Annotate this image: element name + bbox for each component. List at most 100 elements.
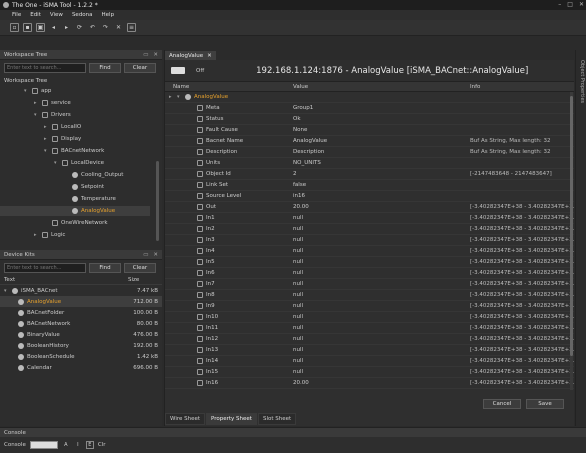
- kit-row[interactable]: BACnetFolder 100.00 B: [0, 307, 162, 318]
- expand-arrow-icon[interactable]: ▸: [169, 94, 174, 100]
- maximize-button[interactable]: □: [567, 1, 573, 8]
- refresh-icon[interactable]: ⟳: [75, 23, 84, 32]
- tree-node[interactable]: ▸ LocalIO: [44, 122, 81, 132]
- kit-row[interactable]: AnalogValue 712.00 B: [0, 296, 162, 307]
- kit-row[interactable]: BACnetNetwork 80.00 B: [0, 318, 162, 329]
- property-value[interactable]: 2: [285, 171, 462, 177]
- property-value[interactable]: Ok: [285, 116, 462, 122]
- property-value[interactable]: 20.00: [285, 380, 462, 386]
- console-e-button[interactable]: E: [85, 441, 94, 449]
- property-row[interactable]: In13 null [-3.40282347E+38 - 3.40282347E+3…: [165, 345, 574, 356]
- menu-file[interactable]: File: [12, 12, 21, 18]
- tab-close-icon[interactable]: ✕: [207, 53, 212, 59]
- property-row[interactable]: In4 null [-3.40282347E+38 - 3.40282347E+3.…: [165, 246, 574, 257]
- collapse-arrow-icon[interactable]: ▾: [34, 112, 39, 118]
- property-value[interactable]: in16: [285, 193, 462, 199]
- kits-col-size[interactable]: Size: [128, 277, 158, 283]
- property-row[interactable]: In6 null [-3.40282347E+38 - 3.40282347E+3.…: [165, 268, 574, 279]
- property-value[interactable]: null: [285, 369, 462, 375]
- property-value[interactable]: null: [285, 259, 462, 265]
- tab-wire-sheet[interactable]: Wire Sheet: [165, 413, 206, 425]
- redo-icon[interactable]: ↷: [101, 23, 110, 32]
- property-row[interactable]: In9 null [-3.40282347E+38 - 3.40282347E+3.…: [165, 301, 574, 312]
- property-row[interactable]: In3 null [-3.40282347E+38 - 3.40282347E+3.…: [165, 235, 574, 246]
- kits-search-input[interactable]: Enter text to search...: [4, 263, 86, 273]
- tree-node[interactable]: Cooling_Output: [64, 170, 123, 180]
- property-row[interactable]: In14 null [-3.40282347E+38 - 3.40282347E+3…: [165, 356, 574, 367]
- workspace-scrollbar[interactable]: [156, 161, 159, 241]
- tab-slot-sheet[interactable]: Slot Sheet: [257, 413, 297, 425]
- expand-arrow-icon[interactable]: ▸: [44, 124, 49, 130]
- tree-node[interactable]: AnalogValue: [0, 206, 150, 216]
- property-value[interactable]: NO_UNITS: [285, 160, 462, 166]
- save-all-icon[interactable]: ▣: [36, 23, 45, 32]
- property-row[interactable]: In1 null [-3.40282347E+38 - 3.40282347E+3.…: [165, 213, 574, 224]
- expand-arrow-icon[interactable]: ▸: [34, 232, 39, 238]
- collapse-arrow-icon[interactable]: ▾: [54, 160, 59, 166]
- object-properties-strip[interactable]: Object Properties: [575, 50, 586, 426]
- tree-node[interactable]: ▸ service: [34, 98, 71, 108]
- col-name[interactable]: Name: [165, 84, 285, 90]
- console-i-button[interactable]: I: [74, 441, 82, 449]
- collapse-arrow-icon[interactable]: ▾: [177, 94, 182, 100]
- console-input[interactable]: [29, 441, 58, 449]
- tree-node[interactable]: ▾ LocalDevice: [54, 158, 104, 168]
- kit-row[interactable]: ▾ iSMA_BACnet 7.47 kB: [0, 285, 162, 296]
- tree-node[interactable]: 192.168.1.129:1876: [18, 242, 91, 244]
- kits-close-icon[interactable]: ✕: [153, 252, 158, 258]
- property-row[interactable]: Source Level in16: [165, 191, 574, 202]
- property-row[interactable]: In5 null [-3.40282347E+38 - 3.40282347E+3.…: [165, 257, 574, 268]
- col-value[interactable]: Value: [285, 84, 462, 90]
- col-info[interactable]: Info: [462, 84, 574, 90]
- property-row[interactable]: Link Set false: [165, 180, 574, 191]
- tab-property-sheet[interactable]: Property Sheet: [206, 413, 257, 425]
- property-value[interactable]: null: [285, 248, 462, 254]
- property-row[interactable]: In12 null [-3.40282347E+38 - 3.40282347E+3…: [165, 334, 574, 345]
- property-value[interactable]: 20.00: [285, 204, 462, 210]
- property-value[interactable]: null: [285, 226, 462, 232]
- tree-node[interactable]: ▾ app: [24, 86, 51, 96]
- panel-restore-icon[interactable]: ▭: [143, 52, 148, 58]
- console-clear-button[interactable]: Clr: [98, 442, 106, 448]
- delete-icon[interactable]: ✕: [114, 23, 123, 32]
- workspace-find-button[interactable]: Find: [89, 63, 121, 73]
- kits-clear-button[interactable]: Clear: [124, 263, 156, 273]
- property-value[interactable]: Group1: [285, 105, 462, 111]
- property-value[interactable]: false: [285, 182, 462, 188]
- forward-icon[interactable]: ▸: [62, 23, 71, 32]
- menu-view[interactable]: View: [50, 12, 63, 18]
- property-value[interactable]: AnalogValue: [285, 138, 462, 144]
- kits-find-button[interactable]: Find: [89, 263, 121, 273]
- collapse-arrow-icon[interactable]: ▾: [24, 88, 29, 94]
- save-icon[interactable]: ▪: [23, 23, 32, 32]
- tree-node[interactable]: Setpoint: [64, 182, 104, 192]
- undo-icon[interactable]: ↶: [88, 23, 97, 32]
- property-row[interactable]: Units NO_UNITS: [165, 158, 574, 169]
- property-row[interactable]: Object Id 2 [-2147483648 - 2147483647]: [165, 169, 574, 180]
- console-a-button[interactable]: A: [62, 441, 70, 449]
- property-row[interactable]: Description Description Buf As String, Max…: [165, 147, 574, 158]
- back-icon[interactable]: ◂: [49, 23, 58, 32]
- property-value[interactable]: null: [285, 237, 462, 243]
- cancel-button[interactable]: Cancel: [483, 399, 521, 409]
- new-icon[interactable]: ▫: [10, 23, 19, 32]
- kits-col-text[interactable]: Text: [4, 277, 128, 283]
- property-root-row[interactable]: ▸ ▾ AnalogValue: [165, 92, 574, 103]
- kit-row[interactable]: BooleanHistory 192.00 B: [0, 340, 162, 351]
- property-row[interactable]: In16 20.00 [-3.40282347E+38 - 3.40282347E+…: [165, 378, 574, 389]
- property-value[interactable]: null: [285, 325, 462, 331]
- property-value[interactable]: Description: [285, 149, 462, 155]
- close-button[interactable]: ✕: [579, 1, 584, 8]
- property-row[interactable]: Status Ok: [165, 114, 574, 125]
- property-value[interactable]: null: [285, 281, 462, 287]
- tree-node[interactable]: ▸ Display: [44, 134, 81, 144]
- property-row[interactable]: Bacnet Name AnalogValue Buf As String, Max…: [165, 136, 574, 147]
- property-row[interactable]: In7 null [-3.40282347E+38 - 3.40282347E+3.…: [165, 279, 574, 290]
- property-value[interactable]: None: [285, 127, 462, 133]
- tree-node[interactable]: Temperature: [64, 194, 116, 204]
- kit-row[interactable]: BooleanSchedule 1.42 kB: [0, 351, 162, 362]
- off-toggle[interactable]: [171, 67, 185, 74]
- panel-close-icon[interactable]: ✕: [153, 52, 158, 58]
- menu-sedona[interactable]: Sedona: [72, 12, 93, 18]
- kit-row[interactable]: Calendar 696.00 B: [0, 362, 162, 373]
